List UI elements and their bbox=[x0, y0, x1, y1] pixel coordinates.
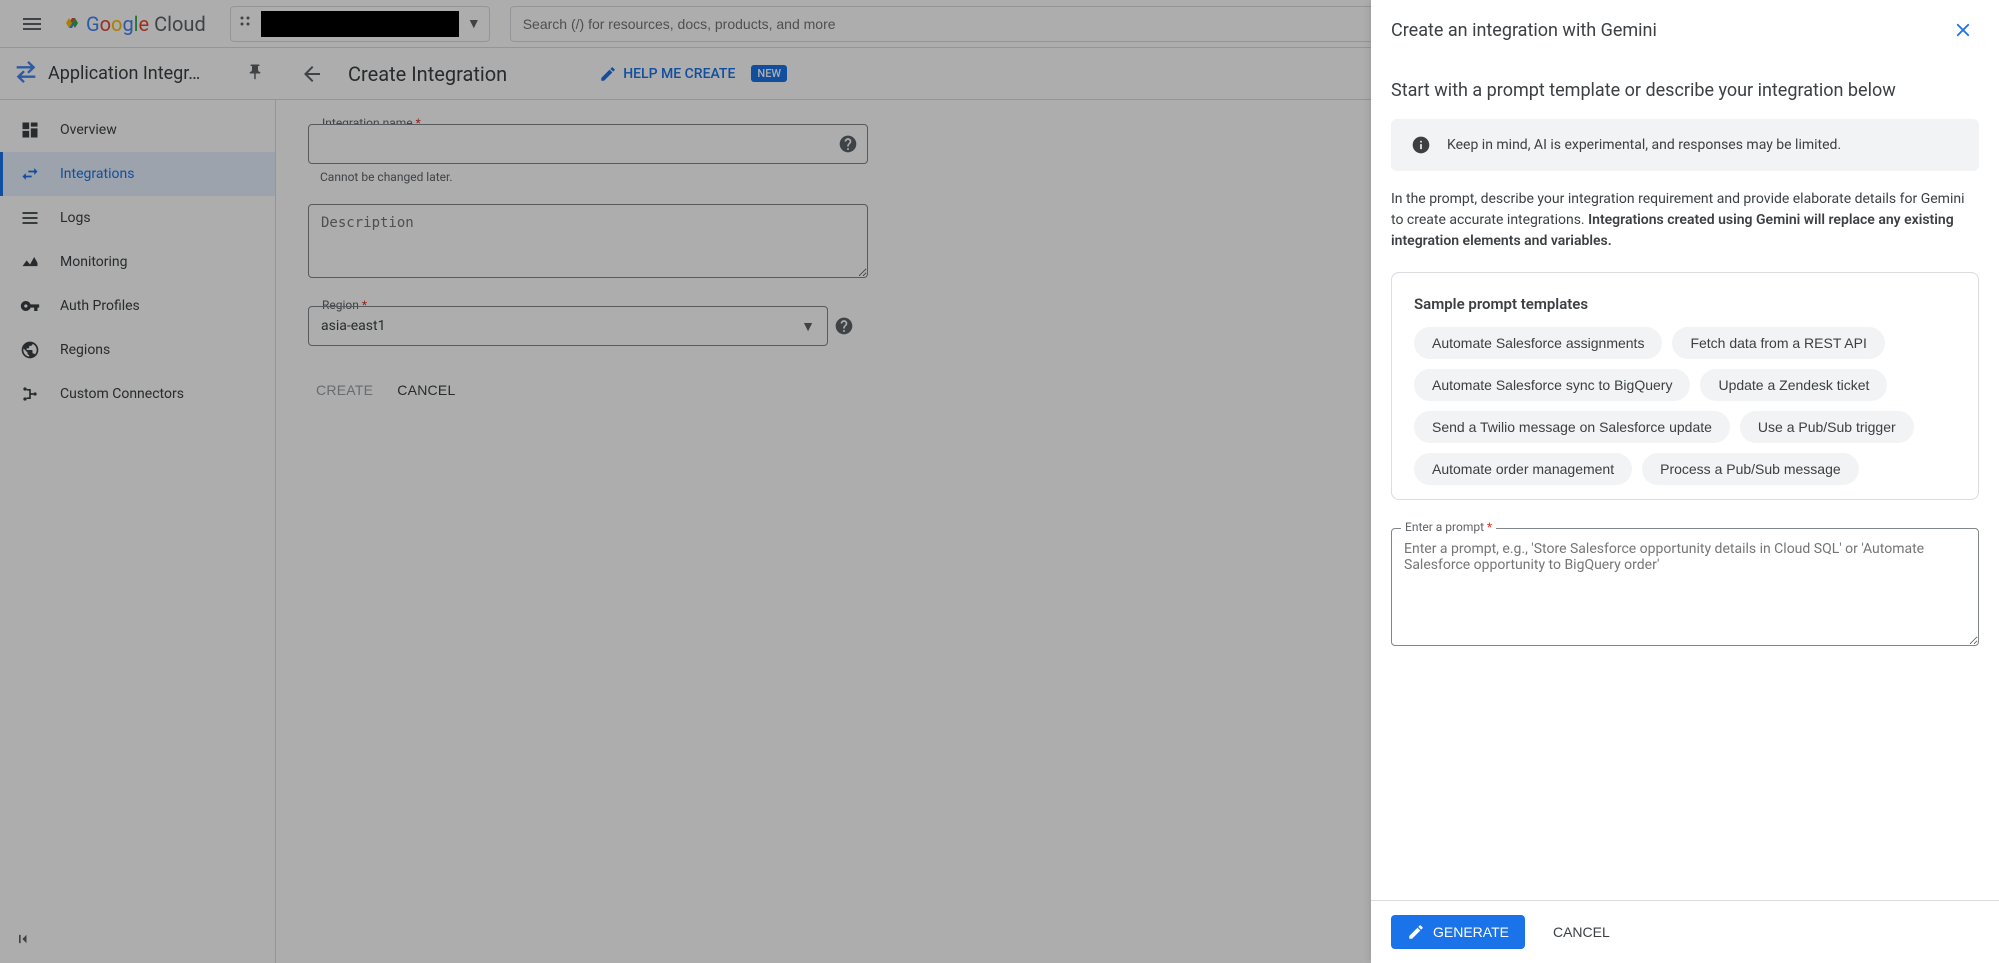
panel-cancel-button[interactable]: CANCEL bbox=[1541, 916, 1622, 948]
prompt-label: Enter a prompt * bbox=[1401, 520, 1496, 534]
panel-description: In the prompt, describe your integration… bbox=[1391, 189, 1979, 252]
template-chip[interactable]: Automate order management bbox=[1414, 453, 1632, 485]
template-chip[interactable]: Update a Zendesk ticket bbox=[1700, 369, 1887, 401]
prompt-textarea[interactable] bbox=[1391, 528, 1979, 646]
template-chip[interactable]: Automate Salesforce assignments bbox=[1414, 327, 1662, 359]
info-icon bbox=[1411, 135, 1431, 155]
template-chip[interactable]: Process a Pub/Sub message bbox=[1642, 453, 1859, 485]
gemini-panel: Create an integration with Gemini Start … bbox=[1371, 0, 1999, 963]
panel-subtitle: Start with a prompt template or describe… bbox=[1391, 80, 1979, 101]
template-chip[interactable]: Automate Salesforce sync to BigQuery bbox=[1414, 369, 1690, 401]
close-icon[interactable] bbox=[1947, 14, 1979, 46]
info-banner: Keep in mind, AI is experimental, and re… bbox=[1391, 119, 1979, 171]
template-chip[interactable]: Fetch data from a REST API bbox=[1672, 327, 1884, 359]
template-chips: Automate Salesforce assignments Fetch da… bbox=[1414, 327, 1956, 485]
generate-button[interactable]: GENERATE bbox=[1391, 915, 1525, 949]
info-text: Keep in mind, AI is experimental, and re… bbox=[1447, 137, 1841, 153]
panel-title: Create an integration with Gemini bbox=[1391, 20, 1947, 41]
templates-box: Sample prompt templates Automate Salesfo… bbox=[1391, 272, 1979, 500]
generate-label: GENERATE bbox=[1433, 924, 1509, 940]
template-chip[interactable]: Use a Pub/Sub trigger bbox=[1740, 411, 1914, 443]
templates-title: Sample prompt templates bbox=[1414, 295, 1956, 313]
template-chip[interactable]: Send a Twilio message on Salesforce upda… bbox=[1414, 411, 1730, 443]
